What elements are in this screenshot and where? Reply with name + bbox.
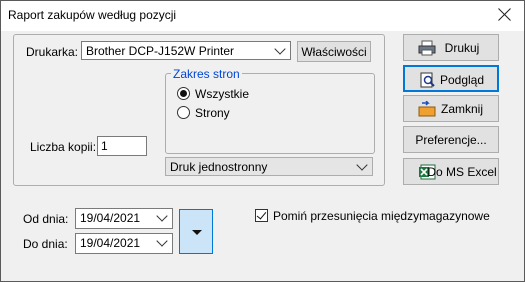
chevron-down-icon bbox=[156, 235, 168, 247]
radio-page-range[interactable] bbox=[177, 106, 190, 119]
printer-select-value: Brother DCP-J152W Printer bbox=[86, 44, 235, 58]
preview-button[interactable]: Podgląd bbox=[403, 65, 499, 92]
date-options-button[interactable] bbox=[179, 209, 213, 254]
close-button[interactable]: Zamknij bbox=[403, 95, 499, 122]
skip-transfers-checkbox[interactable] bbox=[255, 209, 268, 222]
print-button-label: Drukuj bbox=[444, 41, 480, 55]
close-button-label: Zamknij bbox=[440, 102, 483, 116]
chevron-down-icon bbox=[156, 210, 168, 222]
report-dialog: Raport zakupów według pozycji Drukarka: … bbox=[0, 0, 525, 282]
date-from-picker[interactable]: 19/04/2021 bbox=[75, 208, 173, 229]
chevron-down-icon bbox=[356, 159, 368, 171]
date-from-value: 19/04/2021 bbox=[80, 211, 141, 225]
copies-input[interactable] bbox=[97, 136, 147, 156]
window-title: Raport zakupów według pozycji bbox=[8, 8, 177, 22]
radio-all-pages[interactable] bbox=[177, 87, 190, 100]
date-to-picker[interactable]: 19/04/2021 bbox=[75, 233, 173, 254]
print-button[interactable]: Drukuj bbox=[403, 34, 499, 61]
date-from-label: Od dnia: bbox=[23, 212, 69, 226]
properties-button[interactable]: Właściwości bbox=[297, 41, 371, 62]
preferences-button-label: Preferencje... bbox=[415, 133, 487, 147]
printer-label: Drukarka: bbox=[26, 45, 79, 59]
excel-export-button[interactable]: Do MS Excel bbox=[403, 158, 499, 185]
skip-transfers-label: Pomiń przesunięcia międzymagazynowe bbox=[273, 209, 490, 223]
printer-select[interactable]: Brother DCP-J152W Printer bbox=[81, 41, 291, 60]
page-range-legend: Zakres stron bbox=[171, 67, 242, 81]
preview-button-label: Podgląd bbox=[439, 73, 485, 87]
excel-export-button-label: Do MS Excel bbox=[427, 165, 497, 179]
radio-pages-label: Strony bbox=[195, 106, 230, 120]
date-to-value: 19/04/2021 bbox=[80, 236, 141, 250]
close-icon[interactable] bbox=[498, 7, 512, 21]
date-to-label: Do dnia: bbox=[23, 237, 68, 251]
preferences-button[interactable]: Preferencje... bbox=[403, 126, 499, 153]
radio-all-label: Wszystkie bbox=[195, 87, 249, 101]
duplex-select-value: Druk jednostronny bbox=[170, 160, 268, 174]
copies-label: Liczba kopii: bbox=[30, 140, 97, 154]
chevron-down-icon bbox=[274, 43, 286, 55]
title-bar: Raport zakupów według pozycji bbox=[1, 1, 524, 31]
duplex-select[interactable]: Druk jednostronny bbox=[165, 157, 373, 176]
triangle-down-icon bbox=[192, 230, 202, 235]
